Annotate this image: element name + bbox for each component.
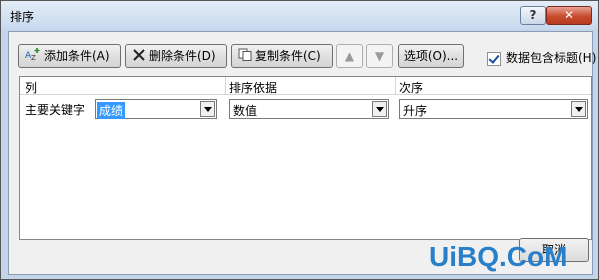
close-icon: ✕ [563,8,575,22]
header-checkbox[interactable] [487,51,501,66]
options-button[interactable]: 选项(O)... [398,44,464,68]
order-select[interactable]: 升序 [399,99,588,119]
copy-icon [238,46,252,68]
order-header: 次序 [399,81,424,95]
sort-on-select[interactable]: 数值 [229,99,389,119]
sort-level-label: 主要关键字 [25,103,86,117]
column-header: 列 [25,81,38,95]
site-watermark: UiBQ.CoM [429,241,568,272]
add-level-label: 添加条件(A) [44,49,110,63]
sort-levels-grid: 列 排序依据 次序 主要关键字 成绩 数值 升序 [19,76,592,240]
up-arrow-icon: ▲ [344,49,355,63]
header-divider [395,77,396,94]
delete-level-button[interactable]: 删除条件(D) [125,44,227,68]
add-level-button[interactable]: A Z 添加条件(A) [18,44,121,68]
dialog-title: 排序 [10,10,35,24]
header-checkbox-label: 数据包含标题(H) [506,51,597,65]
grid-header: 列 排序依据 次序 [20,77,591,95]
header-checkbox-row[interactable]: 数据包含标题(H) [487,49,596,66]
chevron-down-icon[interactable] [571,101,586,117]
help-icon: ? [529,8,537,22]
delete-icon [132,46,146,68]
copy-level-button[interactable]: 复制条件(C) [231,44,333,68]
move-down-button[interactable]: ▼ [366,44,393,68]
help-button[interactable]: ? [520,6,546,25]
dialog-body: A Z 添加条件(A) 删除条件(D) 复制条件(C) ▲ ▼ 选项(O)...… [8,31,596,275]
sort-column-select[interactable]: 成绩 [95,99,217,119]
header-divider [225,77,226,94]
close-button[interactable]: ✕ [546,6,592,25]
sort-column-value: 成绩 [97,102,126,119]
sort-on-value: 数值 [233,104,258,118]
svg-text:Z: Z [31,54,36,61]
order-value: 升序 [403,104,428,118]
delete-level-label: 删除条件(D) [149,49,216,63]
sort-dialog: 排序 ? ✕ A Z 添加条件(A) 删除条件(D) 复制条件(C) ▲ ▼ 选… [0,0,599,280]
move-up-button[interactable]: ▲ [336,44,363,68]
chevron-down-icon[interactable] [200,101,215,117]
chevron-down-icon[interactable] [372,101,387,117]
copy-level-label: 复制条件(C) [255,49,321,63]
options-label: 选项(O)... [403,49,459,63]
down-arrow-icon: ▼ [374,49,385,63]
add-level-icon: A Z [25,46,41,68]
sort-on-header: 排序依据 [229,81,278,95]
title-bar: 排序 ? ✕ [1,1,598,29]
